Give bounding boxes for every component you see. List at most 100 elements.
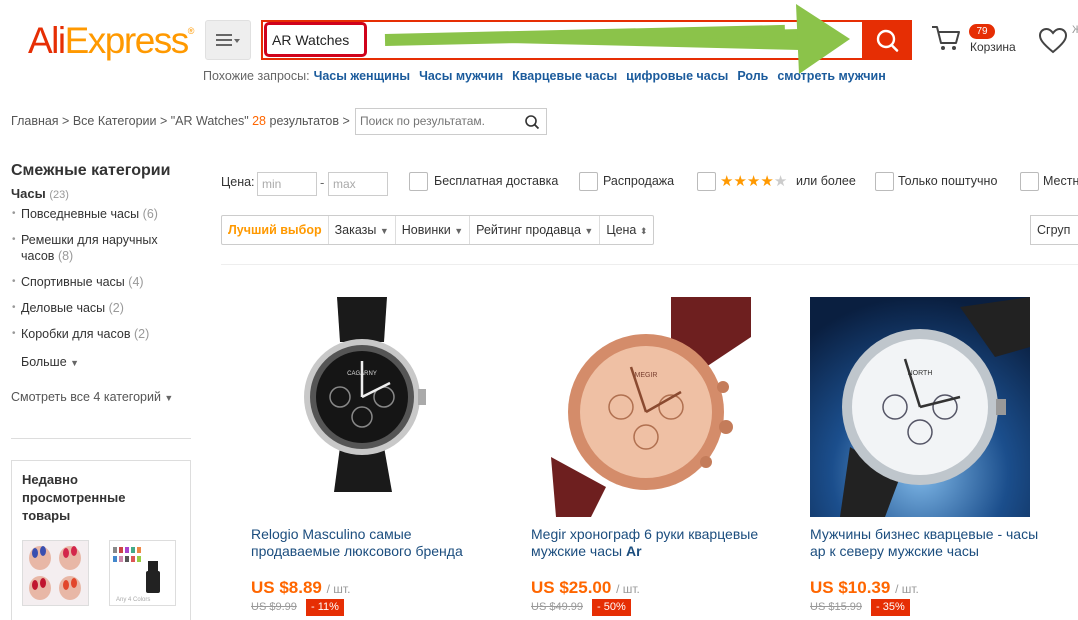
sort-seller-rating[interactable]: Рейтинг продавца ▼ bbox=[470, 216, 601, 244]
subcategory-count: (8) bbox=[57, 249, 74, 263]
group-by-select[interactable]: Сгруп bbox=[1030, 215, 1078, 245]
category-watches-label: Часы bbox=[11, 186, 46, 201]
chevron-down-icon: ▼ bbox=[584, 226, 594, 236]
single-item-checkbox[interactable] bbox=[875, 172, 894, 191]
price-value: US $8.89 bbox=[251, 578, 322, 597]
related-link[interactable]: Часы женщины bbox=[314, 69, 411, 83]
product-image-watch-2[interactable]: MEGIR bbox=[531, 297, 751, 517]
old-price: US $15.99 bbox=[810, 601, 862, 613]
subcategory-count: (2) bbox=[133, 327, 150, 341]
subcategory-label: Повседневные часы bbox=[21, 207, 140, 221]
subcategory-count: (6) bbox=[142, 207, 158, 221]
more-label: Больше bbox=[21, 355, 67, 369]
product-price: US $10.39 / шт. bbox=[810, 578, 919, 598]
product-title[interactable]: Megir хронограф 6 руки кварцевые мужские… bbox=[531, 526, 761, 560]
subcategory-label: Спортивные часы bbox=[21, 275, 125, 289]
subcategory-label: Коробки для часов bbox=[21, 327, 131, 341]
watch-brand-text: MEGIR bbox=[635, 372, 658, 379]
cart-count-badge: 79 bbox=[969, 24, 995, 39]
price-unit: / шт. bbox=[616, 582, 640, 596]
more-categories-button[interactable]: Больше ▼ bbox=[21, 355, 79, 369]
breadcrumb-home[interactable]: Главная bbox=[11, 114, 59, 128]
related-link[interactable]: Часы мужчин bbox=[419, 69, 503, 83]
related-link[interactable]: Кварцевые часы bbox=[512, 69, 617, 83]
subcategory-item[interactable]: Деловые часы (2) bbox=[12, 300, 182, 316]
old-price: US $49.99 bbox=[531, 601, 583, 613]
price-filter-label: Цена: bbox=[221, 175, 255, 189]
product-title-highlight: Ar bbox=[625, 543, 642, 559]
price-value: US $25.00 bbox=[531, 578, 612, 597]
thumbnail-caption: Any 4 Colors bbox=[116, 597, 150, 603]
related-link[interactable]: цифровые часы bbox=[626, 69, 728, 83]
free-shipping-label: Бесплатная доставка bbox=[434, 174, 559, 188]
price-min-input[interactable]: min bbox=[257, 172, 317, 196]
price-max-placeholder: max bbox=[333, 177, 356, 191]
search-icon[interactable] bbox=[524, 114, 540, 130]
wishlist-label[interactable]: Ж bbox=[1072, 24, 1078, 36]
sort-updown-icon: ⬍ bbox=[639, 226, 648, 236]
sort-orders[interactable]: Заказы ▼ bbox=[329, 216, 396, 244]
recent-item-thumbnail[interactable] bbox=[22, 540, 89, 606]
chevron-down-icon: ▼ bbox=[454, 226, 464, 236]
nail-polish-image bbox=[23, 541, 88, 605]
nail-polish-bottles-image: Any 4 Colors bbox=[110, 541, 175, 605]
subcategory-label: Деловые часы bbox=[21, 301, 106, 315]
sort-bar: Лучший выбор Заказы ▼ Новинки ▼ Рейтинг … bbox=[221, 215, 655, 245]
rating-checkbox[interactable] bbox=[697, 172, 716, 191]
subcategory-item[interactable]: Повседневные часы (6) bbox=[12, 206, 182, 222]
recent-item-thumbnail[interactable]: Any 4 Colors bbox=[109, 540, 176, 606]
sort-newest[interactable]: Новинки ▼ bbox=[396, 216, 471, 244]
result-count: 28 bbox=[252, 114, 267, 128]
subcategory-item[interactable]: Коробки для часов (2) bbox=[12, 326, 182, 342]
logo-text: AliExpress bbox=[28, 20, 189, 61]
sort-best-match[interactable]: Лучший выбор bbox=[222, 216, 329, 244]
cart-button[interactable] bbox=[930, 22, 962, 57]
free-shipping-checkbox[interactable] bbox=[409, 172, 428, 191]
logo-registered-mark: ® bbox=[187, 26, 195, 36]
star-icon: ★ bbox=[760, 173, 774, 190]
subcategory-item[interactable]: Ремешки для наручных часов (8) bbox=[12, 232, 182, 264]
sort-price-label: Цена bbox=[606, 223, 637, 237]
sort-price[interactable]: Цена ⬍ bbox=[600, 216, 653, 244]
wishlist-button[interactable] bbox=[1038, 27, 1068, 58]
product-title[interactable]: Мужчины бизнес кварцевые - часы ар к сев… bbox=[810, 526, 1040, 560]
cart-label[interactable]: Корзина bbox=[970, 40, 1016, 54]
chevron-down-icon: ▼ bbox=[164, 393, 174, 403]
price-range-dash: - bbox=[320, 175, 325, 190]
subcategory-count: (2) bbox=[108, 301, 124, 315]
product-price: US $25.00 / шт. bbox=[531, 578, 640, 598]
search-within-input[interactable] bbox=[360, 114, 520, 128]
related-link[interactable]: Роль bbox=[737, 69, 768, 83]
related-link[interactable]: смотреть мужчин bbox=[777, 69, 885, 83]
sidebar-divider bbox=[11, 438, 191, 439]
aliexpress-logo[interactable]: AliExpress® bbox=[28, 20, 195, 62]
product-image-watch-1[interactable]: CAGARNY bbox=[252, 297, 472, 517]
sale-checkbox[interactable] bbox=[579, 172, 598, 191]
category-menu-button[interactable] bbox=[205, 20, 251, 60]
search-button[interactable] bbox=[862, 20, 912, 60]
product-image-watch-3[interactable]: NORTH bbox=[810, 297, 1030, 517]
watch-brand-text: CAGARNY bbox=[347, 371, 377, 377]
view-all-categories-link[interactable]: Смотреть все 4 категорий ▼ bbox=[11, 390, 173, 404]
rating-stars: ★★★★★ bbox=[720, 172, 787, 190]
discount-badge: - 11% bbox=[306, 599, 344, 616]
breadcrumb-all-categories[interactable]: Все Категории bbox=[73, 114, 157, 128]
star-icon: ★ bbox=[720, 173, 734, 190]
search-within-results bbox=[355, 108, 547, 135]
recently-viewed-title: Недавно просмотренные товары bbox=[22, 472, 126, 523]
price-max-input[interactable]: max bbox=[328, 172, 388, 196]
price-unit: / шт. bbox=[895, 582, 919, 596]
rating-label: или более bbox=[796, 174, 856, 188]
breadcrumb-query: "AR Watches" bbox=[170, 114, 249, 128]
product-title-text: Megir хронограф 6 руки кварцевые мужские… bbox=[531, 526, 759, 559]
subcategory-item[interactable]: Спортивные часы (4) bbox=[12, 274, 182, 290]
price-value: US $10.39 bbox=[810, 578, 891, 597]
category-watches[interactable]: Часы (23) bbox=[11, 186, 69, 201]
price-min-placeholder: min bbox=[262, 177, 282, 191]
local-checkbox[interactable] bbox=[1020, 172, 1039, 191]
subcategory-count: (4) bbox=[128, 275, 144, 289]
product-title[interactable]: Relogio Masculino самые продаваемые люкс… bbox=[251, 526, 481, 560]
search-input[interactable] bbox=[272, 29, 362, 51]
discount-badge: - 50% bbox=[592, 599, 631, 616]
subcategory-list: Повседневные часы (6) Ремешки для наручн… bbox=[12, 206, 182, 352]
